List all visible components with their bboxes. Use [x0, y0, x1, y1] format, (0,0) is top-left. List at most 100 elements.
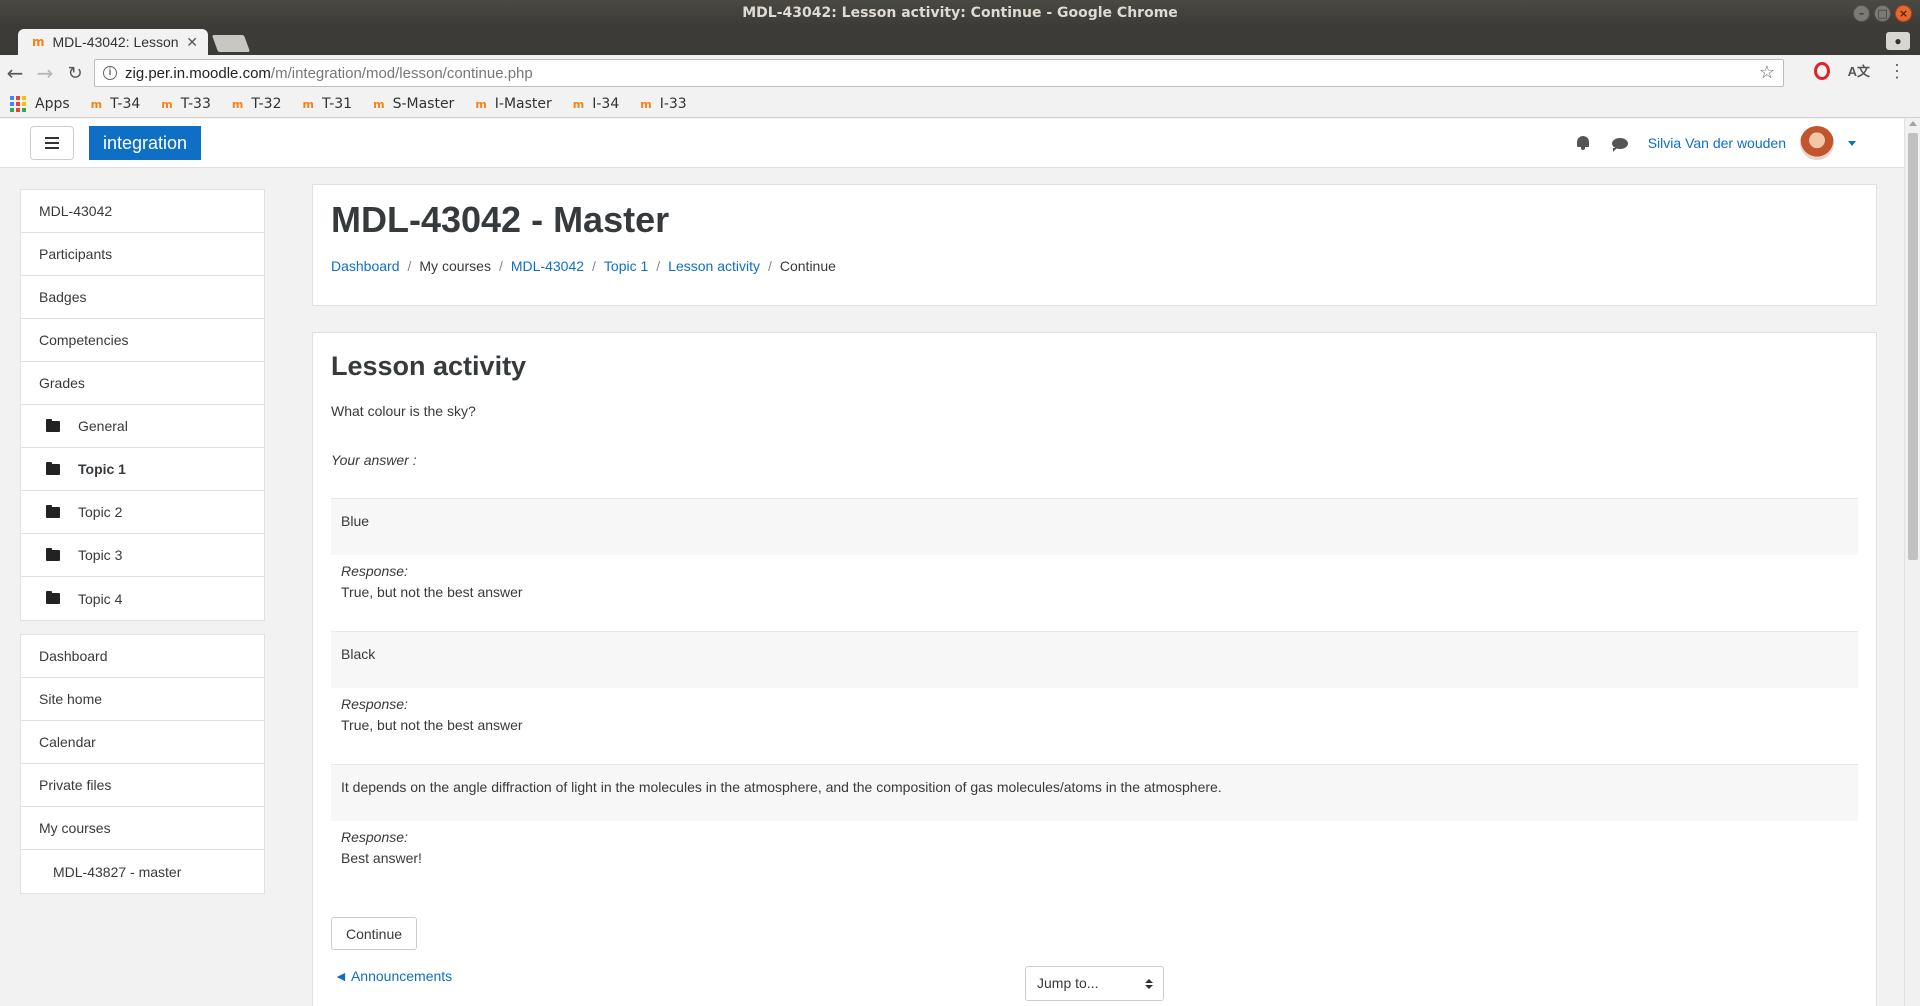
breadcrumb-separator: / — [498, 258, 503, 274]
nav-item-label: MDL-43827 - master — [53, 863, 182, 880]
user-menu-caret-icon[interactable] — [1848, 140, 1856, 146]
breadcrumb-dashboard[interactable]: Dashboard — [331, 258, 400, 274]
nav-item-course[interactable]: MDL-43042 — [21, 190, 264, 233]
nav-item-label: MDL-43042 — [39, 203, 113, 219]
bookmark-item[interactable]: m T-32 — [232, 96, 282, 112]
address-bar[interactable]: i zig.per.in.moodle.com/m/integration/mo… — [94, 59, 1784, 87]
page-header-card: MDL-43042 - Master Dashboard / My course… — [312, 184, 1877, 306]
bookmark-item[interactable]: m T-34 — [91, 96, 141, 112]
bookmark-item[interactable]: m I-34 — [573, 96, 619, 112]
breadcrumb-separator: / — [407, 258, 412, 274]
back-arrow-icon[interactable]: ← — [0, 61, 30, 85]
folder-icon — [46, 591, 60, 604]
nav-item-private-files[interactable]: Private files — [21, 764, 264, 807]
tab-title: MDL-43042: Lesson — [52, 34, 179, 50]
select-arrows-icon — [1145, 979, 1153, 989]
hamburger-menu-button[interactable] — [30, 126, 74, 160]
page-scrollbar[interactable] — [1904, 119, 1920, 1006]
nav-item-dashboard[interactable]: Dashboard — [21, 635, 264, 678]
avatar[interactable] — [1800, 126, 1834, 160]
moodle-favicon-icon: m — [640, 97, 652, 111]
bookmark-label: T-34 — [110, 96, 141, 112]
nav-item-course-mdl-43827[interactable]: MDL-43827 - master — [21, 850, 264, 893]
response-label: Response: — [341, 696, 408, 712]
browser-toolbar: ← → ↻ i zig.per.in.moodle.com/m/integrat… — [0, 55, 1920, 91]
breadcrumb-my-courses: My courses — [419, 258, 491, 274]
nav-item-site-home[interactable]: Site home — [21, 678, 264, 721]
notifications-bell-icon[interactable] — [1576, 136, 1590, 150]
nav-item-topic-1[interactable]: Topic 1 — [21, 448, 264, 491]
folder-icon — [46, 418, 60, 432]
scroll-up-arrow-icon[interactable] — [1909, 121, 1917, 126]
response-text: True, but not the best answer — [341, 584, 523, 600]
bookmark-label: Apps — [35, 96, 70, 112]
nav-item-grades[interactable]: Grades — [21, 362, 264, 405]
nav-item-label: Competencies — [39, 332, 129, 348]
breadcrumb-lesson[interactable]: Lesson activity — [668, 258, 760, 274]
maximize-button[interactable]: □ — [1874, 5, 1891, 22]
answer-response: Response: True, but not the best answer — [341, 561, 523, 603]
nav-item-topic-3[interactable]: Topic 3 — [21, 534, 264, 577]
jump-to-select[interactable]: Jump to... — [1025, 966, 1164, 1001]
previous-activity-link[interactable]: ◄ Announcements — [334, 968, 452, 984]
window-title: MDL-43042: Lesson activity: Continue - G… — [742, 5, 1178, 21]
your-answer-label: Your answer : — [331, 452, 417, 468]
bookmark-item[interactable]: m T-33 — [161, 96, 211, 112]
site-brand-link[interactable]: integration — [89, 126, 202, 160]
bookmark-label: I-34 — [592, 96, 620, 112]
bookmark-item[interactable]: m I-Master — [475, 96, 551, 112]
bookmark-star-icon[interactable]: ☆ — [1759, 62, 1775, 83]
answer-option: It depends on the angle diffraction of l… — [331, 764, 1858, 821]
scrollbar-thumb[interactable] — [1908, 133, 1918, 560]
bookmark-label: T-32 — [251, 96, 282, 112]
bookmark-item[interactable]: m I-33 — [640, 96, 686, 112]
new-tab-button[interactable] — [211, 35, 251, 52]
site-info-icon[interactable]: i — [103, 66, 117, 80]
forward-arrow-icon[interactable]: → — [30, 61, 60, 85]
site-navigation-block: Dashboard Site home Calendar Private fil… — [20, 634, 265, 894]
bookmark-item[interactable]: m S-Master — [373, 96, 454, 112]
breadcrumb-course[interactable]: MDL-43042 — [511, 258, 584, 274]
breadcrumb-separator: / — [592, 258, 596, 274]
close-window-button[interactable]: × — [1895, 5, 1912, 22]
bookmarks-bar: Apps m T-34 m T-33 m T-32 m T-31 m S-Master m… — [0, 91, 1920, 118]
answer-text: Black — [341, 646, 376, 662]
bookmark-label: T-33 — [180, 96, 211, 112]
bookmark-apps[interactable]: Apps — [10, 96, 70, 112]
user-menu-name[interactable]: Silvia Van der wouden — [1648, 135, 1786, 151]
nav-item-general[interactable]: General — [21, 405, 264, 448]
breadcrumb-topic[interactable]: Topic 1 — [604, 258, 648, 274]
answer-option: Blue — [331, 498, 1858, 555]
reload-icon[interactable]: ↻ — [60, 63, 90, 84]
nav-item-topic-4[interactable]: Topic 4 — [21, 577, 264, 620]
nav-item-label: Site home — [39, 691, 103, 707]
bookmark-label: I-33 — [659, 96, 687, 112]
nav-item-label: Badges — [39, 289, 87, 305]
messages-chat-icon[interactable] — [1611, 137, 1628, 152]
lesson-heading: Lesson activity — [331, 351, 527, 381]
minimize-button[interactable]: – — [1853, 5, 1870, 22]
opera-extension-icon[interactable] — [1813, 61, 1830, 80]
nav-item-competencies[interactable]: Competencies — [21, 319, 264, 362]
nav-item-label: Topic 3 — [78, 547, 123, 563]
translate-extension-icon[interactable]: A文 — [1848, 61, 1870, 80]
profile-icon[interactable]: ● — [1886, 32, 1910, 50]
nav-item-calendar[interactable]: Calendar — [21, 721, 264, 764]
folder-icon — [46, 504, 60, 518]
continue-button[interactable]: Continue — [331, 917, 417, 950]
nav-item-topic-2[interactable]: Topic 2 — [21, 491, 264, 534]
bookmark-item[interactable]: m T-31 — [302, 96, 352, 112]
chrome-menu-icon[interactable]: ⋮ — [1888, 62, 1906, 80]
moodle-favicon-icon: m — [302, 97, 314, 111]
moodle-favicon-icon: m — [231, 97, 244, 111]
tab-close-icon[interactable]: ✕ — [186, 34, 198, 51]
bookmark-label: T-31 — [321, 96, 353, 112]
window-titlebar: MDL-43042: Lesson activity: Continue - G… — [0, 0, 1920, 27]
breadcrumb-separator: / — [656, 258, 661, 274]
nav-item-badges[interactable]: Badges — [21, 276, 264, 319]
nav-item-label: Grades — [39, 375, 85, 391]
response-label: Response: — [341, 829, 408, 845]
nav-item-participants[interactable]: Participants — [21, 233, 264, 276]
nav-item-my-courses[interactable]: My courses — [21, 807, 264, 850]
browser-tab-active[interactable]: m MDL-43042: Lesson ✕ — [18, 29, 208, 55]
